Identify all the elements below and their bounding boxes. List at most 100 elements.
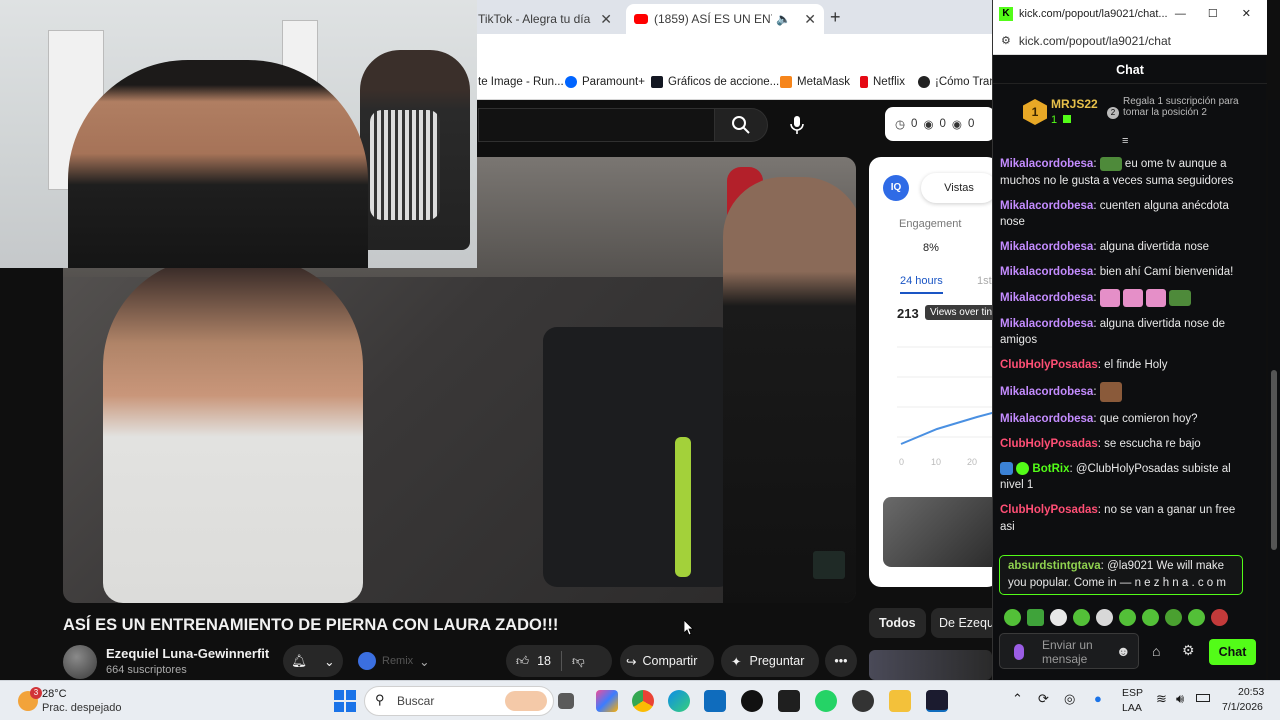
close-icon[interactable]: ✕ <box>804 11 816 28</box>
bookmark-paramount[interactable]: Paramount+ <box>565 76 645 88</box>
emote-icon[interactable] <box>1050 609 1067 626</box>
weather-widget[interactable]: 3 28°C Prac. despejado <box>14 685 174 717</box>
file-explorer-icon[interactable] <box>889 690 911 712</box>
search-button[interactable] <box>714 108 768 142</box>
chat-message-input[interactable]: Enviar un mensaje ☻ <box>999 633 1139 669</box>
volume-icon[interactable]: 🔊︎ <box>1176 691 1184 707</box>
extension-stats-widget[interactable]: ◷ 0 ◉ 0 ◉ 0 <box>885 107 995 141</box>
chat-username[interactable]: ClubHolyPosadas <box>1000 359 1098 371</box>
like-button[interactable]: 👍︎ 18 <box>516 654 551 669</box>
edge-icon[interactable] <box>668 690 690 712</box>
notifications-button[interactable]: 🔔︎ ⌄ <box>283 645 343 677</box>
tab-tiktok[interactable]: TikTok - Alegra tu día ✕ <box>470 4 620 34</box>
site-settings-icon[interactable]: ⚙ <box>1001 34 1011 47</box>
eye-icon[interactable]: ◎ <box>1064 691 1075 707</box>
battery-icon[interactable] <box>1196 694 1210 702</box>
voice-search-button[interactable] <box>780 108 814 142</box>
channel-name[interactable]: Ezequiel Luna-Gewinnerfit <box>106 646 269 661</box>
speaker-icon[interactable]: 🔈 <box>776 12 791 26</box>
copilot-icon[interactable] <box>596 690 618 712</box>
capcut-icon[interactable] <box>778 690 800 712</box>
scrollbar-thumb[interactable] <box>1271 370 1277 550</box>
taskbar-search[interactable]: ⚲ Buscar <box>364 686 554 716</box>
bookmark-github[interactable]: ¡Cómo Trans <box>918 76 1001 88</box>
ask-button[interactable]: ✦ Preguntar <box>721 645 819 677</box>
minimize-icon[interactable]: — <box>1175 8 1186 20</box>
bookmark-item[interactable]: te Image - Run... <box>478 76 564 88</box>
collapse-icon[interactable]: ≡ <box>1122 135 1128 147</box>
clock-time[interactable]: 20:53 <box>1238 686 1264 698</box>
views-tooltip: Views over tin <box>925 305 998 320</box>
bookmark-tradingview[interactable]: Gráficos de accione... <box>651 76 779 88</box>
sync-icon[interactable]: ⟳ <box>1038 691 1049 707</box>
search-input[interactable] <box>478 108 714 142</box>
tab-youtube-video[interactable]: (1859) ASÍ ES UN ENTRENA 🔈 ✕ <box>626 4 824 34</box>
chat-username[interactable]: Mikalacordobesa <box>1000 386 1093 398</box>
emote-icon[interactable] <box>1188 609 1205 626</box>
range-24h-tab[interactable]: 24 hours <box>900 275 943 294</box>
emote-icon[interactable] <box>1211 609 1228 626</box>
chat-username[interactable]: BotRix <box>1032 463 1069 475</box>
remix-button[interactable]: Remix ⌄ <box>352 645 438 677</box>
chat-scrollbar[interactable] <box>1268 100 1280 680</box>
store-icon[interactable] <box>704 690 726 712</box>
related-thumbnail[interactable] <box>869 650 992 680</box>
chat-username[interactable]: Mikalacordobesa <box>1000 200 1093 212</box>
share-button[interactable]: ↪ Compartir <box>620 645 714 677</box>
send-chat-button[interactable]: Chat <box>1209 639 1256 665</box>
emote-icon[interactable] <box>1027 609 1044 626</box>
settings-gear-icon[interactable]: ⚙ <box>1182 642 1195 659</box>
close-icon[interactable]: ✕ <box>1242 7 1251 20</box>
chevron-up-icon[interactable]: ⌃ <box>1012 691 1023 707</box>
chat-username[interactable]: Mikalacordobesa <box>1000 318 1093 330</box>
chat-username[interactable]: ClubHolyPosadas <box>1000 504 1098 516</box>
chat-username[interactable]: absurdstintgtava <box>1008 560 1101 572</box>
top-gifter-name[interactable]: MRJS22 <box>1051 97 1098 111</box>
range-next-tab[interactable]: 1st <box>977 275 992 287</box>
microphone-icon[interactable] <box>1014 644 1024 660</box>
search-icon <box>732 116 750 134</box>
popup-address-bar[interactable]: ⚙ kick.com/popout/la9021/chat <box>993 27 1267 55</box>
bookmark-netflix[interactable]: Netflix <box>860 76 905 88</box>
emote-icon[interactable] <box>1073 609 1090 626</box>
frog-emote-icon <box>1169 290 1192 306</box>
emote-icon[interactable] <box>1142 609 1159 626</box>
maximize-icon[interactable]: ☐ <box>1208 7 1218 20</box>
emote-icon[interactable] <box>1119 609 1136 626</box>
paramount-icon <box>565 76 577 88</box>
chat-username[interactable]: Mikalacordobesa <box>1000 158 1093 170</box>
emote-icon[interactable] <box>1004 609 1021 626</box>
search-icon: ⚲ <box>375 692 385 707</box>
chrome-icon[interactable] <box>632 690 654 712</box>
wifi-icon[interactable]: ≋ <box>1156 691 1167 707</box>
emote-icon[interactable] <box>1165 609 1182 626</box>
microphone-icon[interactable]: ● <box>1094 691 1102 706</box>
language-top[interactable]: ESP <box>1122 687 1143 699</box>
whatsapp-icon[interactable] <box>815 690 837 712</box>
chat-username[interactable]: Mikalacordobesa <box>1000 241 1093 253</box>
app-icon[interactable] <box>926 690 948 712</box>
chat-username[interactable]: ClubHolyPosadas <box>1000 438 1098 450</box>
chip-all[interactable]: Todos <box>869 608 926 638</box>
chat-username[interactable]: Mikalacordobesa <box>1000 413 1093 425</box>
chat-username[interactable]: Mikalacordobesa <box>1000 266 1093 278</box>
obs-icon[interactable] <box>852 690 874 712</box>
related-thumbnail[interactable] <box>883 497 999 567</box>
bookmark-metamask[interactable]: MetaMask <box>780 76 850 88</box>
gift-shop-icon[interactable]: ⌂ <box>1152 643 1160 659</box>
thumbs-up-icon: 👍︎ <box>516 653 530 668</box>
views-line-chart <box>897 346 999 445</box>
chat-username[interactable]: Mikalacordobesa <box>1000 292 1093 304</box>
thumbs-down-icon[interactable]: 👎︎ <box>572 654 585 669</box>
new-tab-button[interactable]: + <box>830 7 841 28</box>
task-view-icon[interactable] <box>558 693 574 709</box>
tiktok-icon[interactable] <box>741 690 763 712</box>
tab-views[interactable]: Vistas <box>921 173 997 203</box>
emoji-picker-icon[interactable]: ☻ <box>1116 643 1131 659</box>
windows-taskbar: 3 28°C Prac. despejado ⚲ Buscar ⌃ ⟳ ◎ ● … <box>0 680 1280 720</box>
channel-avatar[interactable] <box>63 645 97 679</box>
start-button[interactable] <box>334 690 356 712</box>
emote-icon[interactable] <box>1096 609 1113 626</box>
more-actions-button[interactable]: ••• <box>825 645 857 677</box>
close-icon[interactable]: ✕ <box>600 11 612 28</box>
